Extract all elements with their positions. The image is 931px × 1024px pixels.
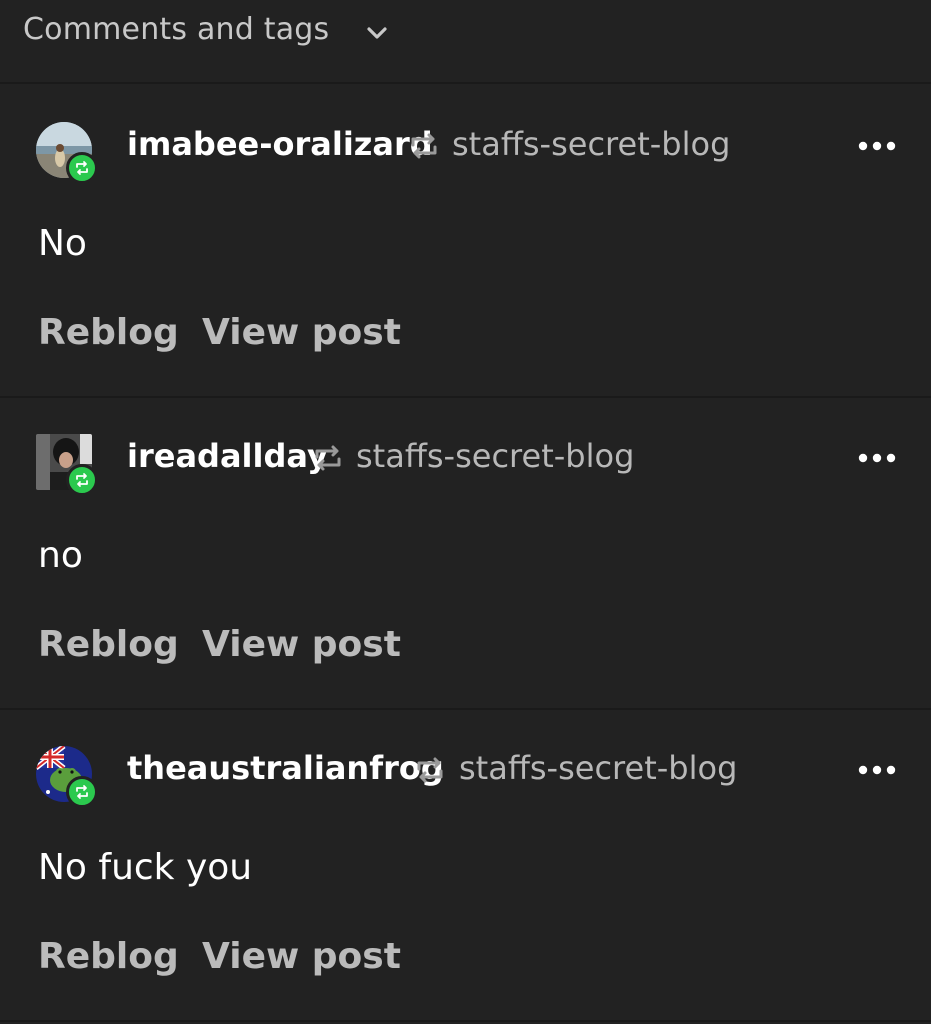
more-options-icon[interactable] bbox=[858, 764, 898, 776]
source-blog-link[interactable]: staffs-secret-blog bbox=[459, 749, 737, 787]
reblog-arrow-icon bbox=[417, 757, 443, 783]
source-blog-link[interactable]: staffs-secret-blog bbox=[452, 125, 730, 163]
username-link[interactable]: ireadallday bbox=[127, 437, 328, 475]
view-post-button[interactable]: View post bbox=[202, 936, 401, 977]
reblog-button[interactable]: Reblog bbox=[38, 624, 179, 665]
header-title: Comments and tags bbox=[23, 12, 330, 47]
comments-tags-header[interactable]: Comments and tags bbox=[0, 0, 931, 84]
reblog-button[interactable]: Reblog bbox=[38, 312, 179, 353]
chevron-down-icon[interactable] bbox=[364, 20, 390, 46]
view-post-button[interactable]: View post bbox=[202, 624, 401, 665]
comment-text: No bbox=[38, 223, 87, 264]
comment-text: No fuck you bbox=[38, 847, 253, 888]
view-post-button[interactable]: View post bbox=[202, 312, 401, 353]
source-blog-link[interactable]: staffs-secret-blog bbox=[356, 437, 634, 475]
reblog-note-item: ireadallday staffs-secret-blog no Reblog… bbox=[0, 396, 931, 710]
username-link[interactable]: imabee-oralizard bbox=[127, 125, 433, 163]
reblog-arrow-icon bbox=[315, 445, 341, 471]
username-link[interactable]: theaustralianfrog bbox=[127, 749, 444, 787]
reblog-badge-icon bbox=[66, 464, 98, 496]
reblog-note-item: theaustralianfrog staffs-secret-blog No … bbox=[0, 708, 931, 1022]
reblog-badge-icon bbox=[66, 152, 98, 184]
more-options-icon[interactable] bbox=[858, 452, 898, 464]
reblog-button[interactable]: Reblog bbox=[38, 936, 179, 977]
reblog-badge-icon bbox=[66, 776, 98, 808]
more-options-icon[interactable] bbox=[858, 140, 898, 152]
reblog-arrow-icon bbox=[411, 133, 437, 159]
comment-text: no bbox=[38, 535, 83, 576]
reblog-note-item: imabee-oralizard staffs-secret-blog No R… bbox=[0, 84, 931, 398]
